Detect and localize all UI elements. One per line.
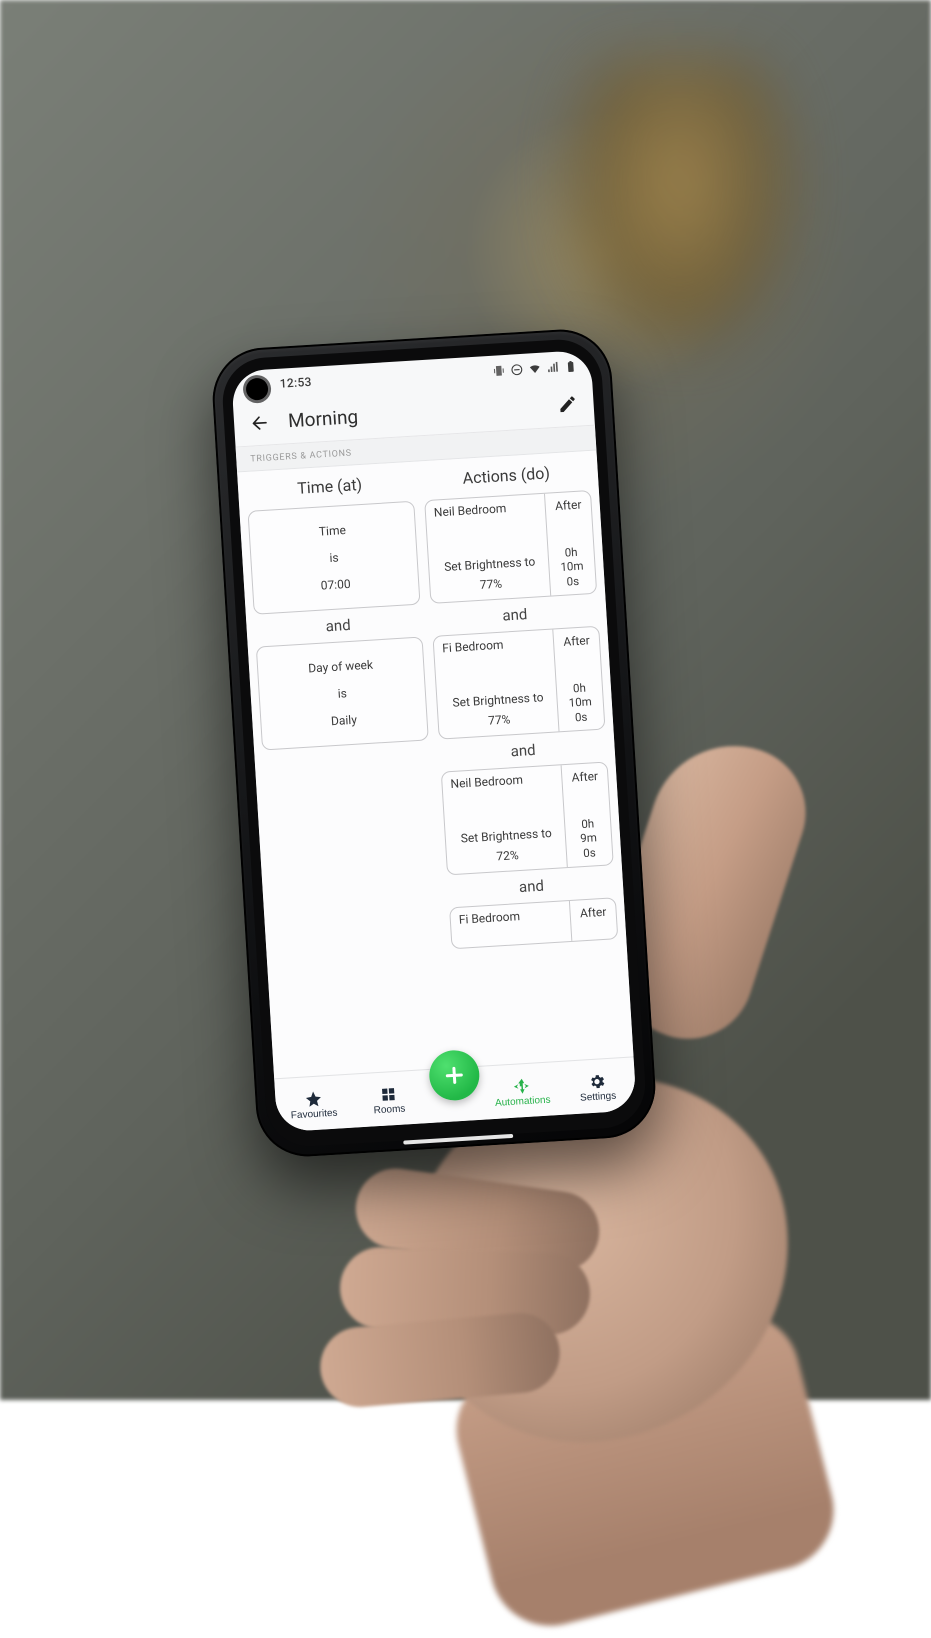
back-arrow-icon <box>250 412 271 433</box>
page-title: Morning <box>287 393 554 432</box>
after-delay: 0h 10m 0s <box>559 544 585 588</box>
nav-favourites[interactable]: Favourites <box>275 1083 353 1124</box>
action-card[interactable]: Fi Bedroom After <box>449 897 618 949</box>
after-delay: 0h 9m 0s <box>579 816 598 860</box>
trigger-card[interactable]: Day of week is Daily <box>256 637 429 751</box>
trigger-value: Daily <box>330 710 357 732</box>
nav-label: Rooms <box>373 1103 405 1116</box>
grid-icon <box>379 1084 398 1103</box>
nav-rooms[interactable]: Rooms <box>350 1079 428 1120</box>
trigger-op: is <box>337 683 347 704</box>
phone: 12:53 Morning TRIGGERS & ACTIONS <box>210 327 659 1160</box>
after-label: After <box>555 498 582 514</box>
action-setval: 72% <box>455 846 561 866</box>
pencil-icon <box>557 393 578 414</box>
star-icon <box>304 1089 323 1108</box>
automation-icon <box>512 1076 531 1095</box>
nav-automations[interactable]: Automations <box>483 1070 561 1111</box>
nav-label: Settings <box>580 1090 617 1103</box>
battery-icon <box>564 359 578 373</box>
trigger-card[interactable]: Time is 07:00 <box>247 501 420 615</box>
nav-label: Automations <box>495 1094 551 1108</box>
action-room: Neil Bedroom <box>434 500 540 520</box>
status-icons <box>492 359 578 377</box>
dnd-icon <box>510 362 524 376</box>
action-card[interactable]: Neil Bedroom Set Brightness to 77% After… <box>424 490 597 604</box>
trigger-value: 07:00 <box>320 574 351 596</box>
triggers-column: Time (at) Time is 07:00 and Day of week … <box>245 462 449 1078</box>
action-card[interactable]: Fi Bedroom Set Brightness to 77% After 0… <box>432 626 605 740</box>
action-room: Neil Bedroom <box>450 772 556 792</box>
content-area: Time (at) Time is 07:00 and Day of week … <box>237 451 633 1079</box>
action-card[interactable]: Neil Bedroom Set Brightness to 72% After… <box>441 761 614 875</box>
vibrate-icon <box>492 363 506 377</box>
screen: 12:53 Morning TRIGGERS & ACTIONS <box>231 350 637 1133</box>
after-delay: 0h 10m 0s <box>567 680 593 724</box>
trigger-field: Time <box>318 520 346 542</box>
wifi-icon <box>528 361 542 375</box>
signal-icon <box>546 360 560 374</box>
after-label: After <box>580 905 607 921</box>
action-setval: 77% <box>438 574 544 594</box>
action-room: Fi Bedroom <box>442 636 548 656</box>
back-button[interactable] <box>245 408 275 438</box>
trigger-field: Day of week <box>308 654 374 678</box>
action-setline: Set Brightness to <box>437 554 543 574</box>
edit-button[interactable] <box>553 389 583 419</box>
action-setline: Set Brightness to <box>453 826 559 846</box>
gear-icon <box>588 1072 607 1091</box>
trigger-op: is <box>329 547 339 568</box>
action-setline: Set Brightness to <box>445 690 551 710</box>
after-label: After <box>571 769 598 785</box>
plus-icon <box>442 1063 467 1088</box>
after-label: After <box>563 633 590 649</box>
nav-settings[interactable]: Settings <box>559 1066 637 1107</box>
actions-column: Actions (do) Neil Bedroom Set Brightness… <box>422 451 626 1067</box>
background-lamp <box>560 60 800 360</box>
action-setval: 77% <box>446 710 552 730</box>
status-time: 12:53 <box>279 375 312 391</box>
action-room: Fi Bedroom <box>458 907 564 927</box>
nav-label: Favourites <box>291 1107 338 1121</box>
